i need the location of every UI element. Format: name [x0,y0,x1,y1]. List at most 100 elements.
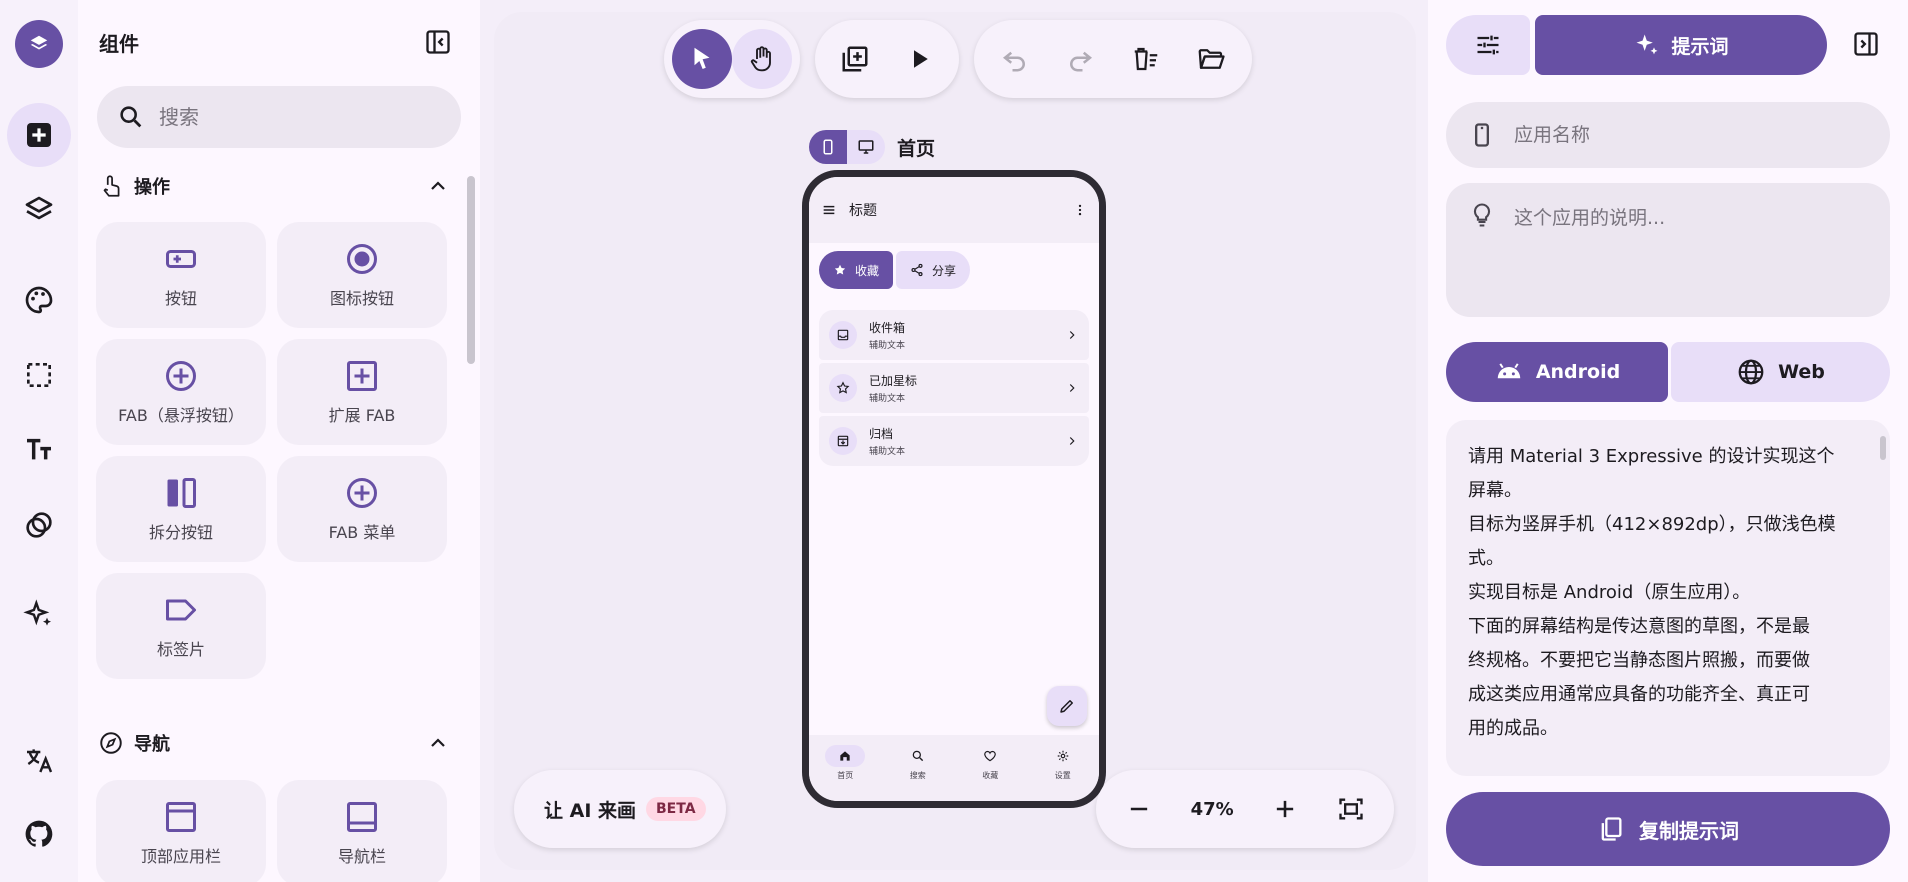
chip-label: 分享 [932,263,957,278]
fit-screen-icon[interactable] [1337,795,1365,823]
panel-title: 组件 [99,32,139,56]
library-add-icon [842,46,868,72]
component-tile-button[interactable]: 按钮 [96,222,266,328]
component-search[interactable] [97,86,461,148]
nav-item-settings[interactable]: 设置 [1027,735,1100,801]
rail-shapes-button[interactable] [7,493,71,557]
nav-item-search[interactable]: 搜索 [882,735,955,801]
phone-fab[interactable] [1047,686,1087,726]
open-folder-button[interactable] [1181,29,1241,89]
cursor-icon [694,47,710,69]
list-item[interactable]: 已加星标 辅助文本 [819,363,1089,413]
delete-button[interactable] [1116,29,1176,89]
rail-typography-button[interactable] [7,418,71,482]
delete-sweep-icon [1134,47,1157,71]
nav-item-home[interactable]: 首页 [809,735,882,801]
tile-label: 拆分按钮 [148,523,213,542]
desktop-icon [858,140,874,154]
overlap-circles-icon [26,512,52,538]
platform-label: Android [1535,361,1621,383]
component-tile-fab-menu[interactable]: FAB 菜单 [277,456,447,562]
panel-scrollbar[interactable] [467,176,475,364]
rail-layers-button[interactable] [7,178,71,242]
list-item-subtitle: 辅助文本 [869,341,906,351]
copy-prompt-button[interactable]: 复制提示词 [1446,792,1890,866]
undo-button[interactable] [985,29,1045,89]
rail-translate-button[interactable] [7,728,71,792]
add-box-icon [27,123,51,147]
favorite-chip[interactable]: 收藏 [819,251,894,289]
star-icon [836,381,850,394]
screen-name[interactable]: 首页 [897,134,935,161]
search-input[interactable] [159,105,439,129]
prompt-scrollbar[interactable] [1880,436,1886,460]
component-tile-chip[interactable]: 标签片 [96,573,266,679]
hand-tool-button[interactable] [732,29,792,89]
component-tile-top-app-bar[interactable]: 顶部应用栏 [96,780,266,882]
phone-view-toggle[interactable] [809,130,847,164]
side-panel-toggle-icon[interactable] [1852,30,1880,58]
component-tile-split-button[interactable]: 拆分按钮 [96,456,266,562]
tab-settings[interactable] [1446,15,1530,75]
add-screen-button[interactable] [825,29,885,89]
section-navigation-header[interactable]: 导航 [98,727,450,759]
rail-github-button[interactable] [7,802,71,866]
mode-toolgroup [664,20,800,98]
component-tile-navigation-bar[interactable]: 导航栏 [277,780,447,882]
gear-icon [1057,750,1068,762]
app-description-input[interactable] [1514,201,1884,291]
search-icon [912,750,923,762]
component-tile-extended-fab[interactable]: 扩展 FAB [277,339,447,445]
list-item[interactable]: 归档 辅助文本 [819,416,1089,466]
prompt-line: 目标为竖屏手机（412×892dp），只做浅色模 [1468,514,1836,535]
prompt-line: 成这类应用通常应具备的功能齐全、真正可 [1468,684,1810,705]
app-name-input[interactable] [1514,124,1874,146]
tab-prompt[interactable]: 提示词 [1535,15,1827,75]
component-tile-icon-button[interactable]: 图标按钮 [277,222,447,328]
tab-prompt-label: 提示词 [1671,35,1729,58]
tile-label: 顶部应用栏 [140,847,221,866]
copy-icon [1601,817,1622,841]
chevron-right-icon [1069,384,1075,392]
tile-label: 按钮 [164,289,197,308]
collapse-panel-icon[interactable] [424,28,452,56]
list-item[interactable]: 收件箱 辅助文本 [819,310,1089,360]
rail-ai-button[interactable] [7,583,71,647]
ai-draw-button[interactable]: 让 AI 来画 BETA [514,770,726,848]
more-vert-icon[interactable] [1073,203,1087,217]
split-icon [167,478,196,508]
redo-button[interactable] [1050,29,1110,89]
text-fields-icon [27,438,51,460]
app-logo[interactable] [15,20,63,68]
nav-label: 收藏 [982,771,999,780]
rail-frame-button[interactable] [7,343,71,407]
select-tool-button[interactable] [672,29,732,89]
desktop-view-toggle[interactable] [847,130,885,164]
zoom-in-icon[interactable] [1271,795,1299,823]
android-icon [1497,363,1521,379]
play-button[interactable] [889,29,949,89]
rail-theme-button[interactable] [7,268,71,332]
nav-item-favorites[interactable]: 收藏 [954,735,1027,801]
smartphone-icon [823,139,833,155]
explore-icon [100,732,122,754]
zoom-out-icon[interactable] [1125,795,1153,823]
app-description-field[interactable] [1446,183,1890,317]
button-icon [166,250,196,268]
tile-label: 扩展 FAB [328,406,396,425]
phone-preview[interactable]: 标题 收藏 分享 收件箱 辅助文本 已加星标 辅助文本 归档 辅助文本 首页 搜… [802,170,1106,808]
undo-icon [1002,51,1025,72]
rail-add-button[interactable] [7,103,71,167]
section-actions-header[interactable]: 操作 [98,170,450,202]
platform-web-button[interactable]: Web [1671,342,1890,402]
component-tile-fab[interactable]: FAB（悬浮按钮） [96,339,266,445]
platform-label: Web [1778,361,1825,383]
app-name-field[interactable] [1446,102,1890,168]
platform-android-button[interactable]: Android [1446,342,1668,402]
menu-icon[interactable] [821,202,837,218]
sparkle-icon [1636,34,1658,55]
share-chip[interactable]: 分享 [896,251,971,289]
prompt-line: 请用 Material 3 Expressive 的设计实现这个 [1468,446,1835,467]
tile-label: FAB（悬浮按钮） [118,406,244,425]
prompt-text-area[interactable]: 请用 Material 3 Expressive 的设计实现这个 屏幕。 目标为… [1446,420,1890,776]
